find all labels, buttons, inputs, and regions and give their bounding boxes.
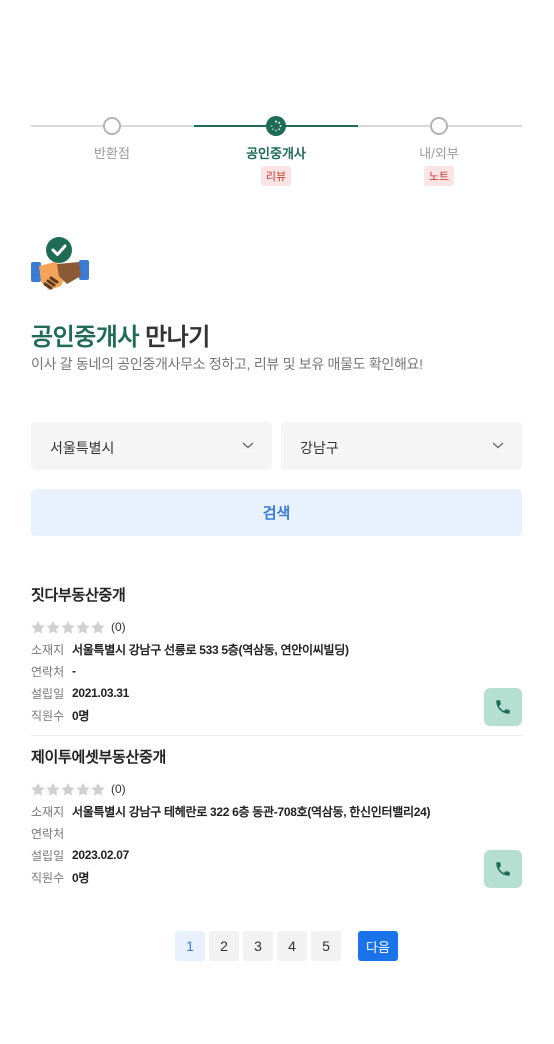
staff-row: 직원수 0명 — [31, 869, 522, 885]
broker-name: 제이투에셋부동산중개 — [31, 749, 167, 766]
call-button[interactable] — [484, 850, 522, 888]
contact-row: 연락처 — [31, 825, 522, 841]
star-rating-icon — [31, 620, 105, 634]
address-value: 서울특별시 강남구 선릉로 533 5층(역삼동, 연안이씨빌딩) — [72, 642, 349, 657]
progress-stepper: 반환점 공인중개사 리뷰 내/외부 노트 — [31, 116, 522, 196]
step-dot-icon — [103, 117, 121, 135]
address-row: 소재지 서울특별시 강남구 선릉로 533 5층(역삼동, 연안이씨빌딩) — [31, 641, 522, 657]
address-label: 소재지 — [31, 804, 65, 819]
contact-label: 연락처 — [31, 664, 65, 679]
founded-row: 설립일 2021.03.31 — [31, 685, 522, 701]
founded-value: 2023.02.07 — [72, 848, 130, 862]
call-button[interactable] — [484, 688, 522, 726]
page-2-button[interactable]: 2 — [209, 931, 239, 961]
page-title: 공인중개사 만나기 — [31, 317, 210, 352]
phone-icon — [496, 700, 510, 714]
step-1[interactable]: 반환점 — [52, 116, 172, 162]
step-2[interactable]: 공인중개사 리뷰 — [216, 116, 336, 186]
step-active-dot-icon — [266, 116, 286, 136]
step-dot-icon — [430, 117, 448, 135]
chevron-down-icon — [242, 442, 254, 449]
rating-count: (0) — [111, 782, 126, 796]
page-5-button[interactable]: 5 — [311, 931, 341, 961]
city-select-value: 서울특별시 — [50, 440, 115, 456]
contact-row: 연락처 - — [31, 663, 522, 679]
step-3[interactable]: 내/외부 노트 — [379, 116, 499, 186]
step-3-badge: 노트 — [423, 166, 455, 186]
rating-count: (0) — [111, 620, 126, 634]
chevron-down-icon — [492, 442, 504, 449]
page-title-rest: 만나기 — [138, 324, 210, 351]
step-3-label: 내/외부 — [419, 146, 459, 161]
broker-name: 짓다부동산중개 — [31, 587, 126, 604]
city-select[interactable]: 서울특별시 — [31, 422, 272, 470]
broker-list-item[interactable]: 짓다부동산중개 (0) 소재지 서울특별시 강남구 선릉로 533 5층(역삼동… — [31, 584, 522, 736]
star-rating-icon — [31, 782, 105, 796]
founded-row: 설립일 2023.02.07 — [31, 847, 522, 863]
contact-label: 연락처 — [31, 826, 65, 841]
handshake-check-icon — [31, 236, 91, 296]
step-1-label: 반환점 — [94, 146, 130, 161]
district-select-value: 강남구 — [300, 440, 339, 456]
phone-icon — [496, 862, 510, 876]
contact-value: - — [72, 664, 76, 678]
founded-label: 설립일 — [31, 848, 65, 863]
staff-value: 0명 — [72, 870, 90, 885]
staff-value: 0명 — [72, 708, 90, 723]
page-1-button[interactable]: 1 — [175, 931, 205, 961]
rating: (0) — [31, 781, 522, 797]
pagination: 1 2 3 4 5 — [175, 931, 341, 961]
district-select[interactable]: 강남구 — [281, 422, 522, 470]
staff-label: 직원수 — [31, 870, 65, 885]
next-page-button[interactable]: 다음 — [358, 931, 398, 961]
page-title-accent: 공인중개사 — [31, 324, 139, 351]
step-2-label: 공인중개사 — [246, 146, 306, 161]
step-2-badge: 리뷰 — [260, 166, 292, 186]
staff-label: 직원수 — [31, 708, 65, 723]
address-label: 소재지 — [31, 642, 65, 657]
address-row: 소재지 서울특별시 강남구 테헤란로 322 6층 동관-708호(역삼동, 한… — [31, 803, 522, 819]
rating: (0) — [31, 619, 522, 635]
staff-row: 직원수 0명 — [31, 707, 522, 723]
broker-list-item[interactable]: 제이투에셋부동산중개 (0) 소재지 서울특별시 강남구 테헤란로 322 6층… — [31, 746, 522, 896]
founded-label: 설립일 — [31, 686, 65, 701]
founded-value: 2021.03.31 — [72, 686, 130, 700]
address-value: 서울특별시 강남구 테헤란로 322 6층 동관-708호(역삼동, 한신인터밸… — [72, 804, 431, 819]
search-button[interactable]: 검색 — [31, 489, 522, 536]
page-4-button[interactable]: 4 — [277, 931, 307, 961]
page-3-button[interactable]: 3 — [243, 931, 273, 961]
page-subtitle: 이사 갈 동네의 공인중개사무소 정하고, 리뷰 및 보유 매물도 확인해요! — [31, 356, 423, 372]
